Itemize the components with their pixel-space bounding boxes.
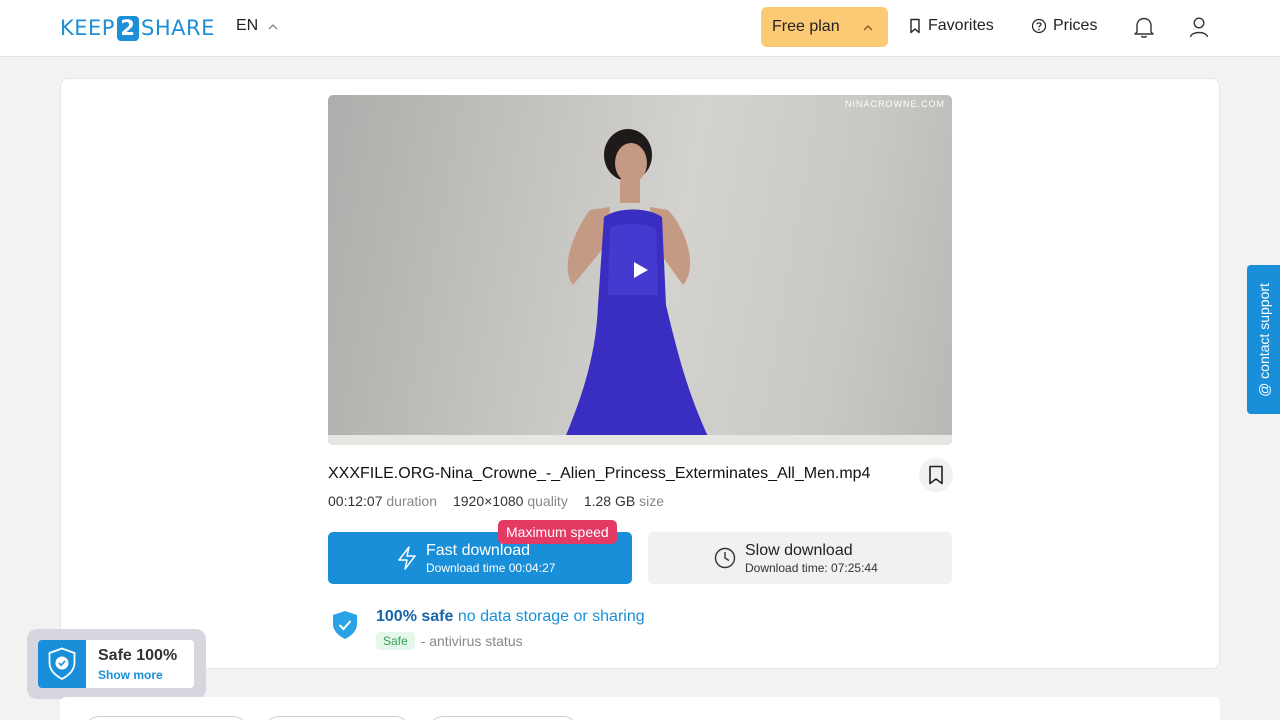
chevron-up-icon	[863, 25, 873, 31]
filter-pill[interactable]	[84, 716, 248, 720]
file-meta: 00:12:07 duration 1920×1080 quality 1.28…	[328, 493, 664, 509]
favorites-link[interactable]: Favorites	[908, 17, 994, 35]
question-circle-icon	[1031, 18, 1047, 34]
slow-download-time: Download time: 07:25:44	[745, 561, 878, 575]
language-label: EN	[236, 17, 259, 34]
user-account-icon[interactable]	[1188, 15, 1210, 39]
language-selector[interactable]: EN	[236, 17, 278, 35]
antivirus-status-text: - antivirus status	[420, 633, 523, 649]
duration-label: duration	[386, 493, 437, 509]
add-to-favorites-button[interactable]	[919, 458, 953, 492]
bookmark-icon	[929, 465, 943, 485]
logo-text-share: SHARE	[140, 16, 215, 40]
safety-info: 100% safe no data storage or sharing Saf…	[328, 606, 728, 656]
antivirus-status: Safe - antivirus status	[376, 632, 523, 650]
quality-label: quality	[527, 493, 568, 509]
filter-pill[interactable]	[264, 716, 410, 720]
video-preview[interactable]: NINACROWNE.COM	[328, 95, 952, 445]
play-icon[interactable]	[633, 261, 649, 279]
fast-download-time: Download time 00:04:27	[426, 561, 556, 575]
safe-widget-title: Safe 100%	[98, 647, 178, 664]
quality-meta: 1920×1080 quality	[453, 493, 568, 509]
safe-widget: Safe 100% Show more	[27, 629, 206, 699]
clock-icon	[714, 547, 736, 569]
size-value: 1.28 GB	[583, 493, 636, 509]
maximum-speed-badge: Maximum speed	[498, 520, 617, 544]
size-meta: 1.28 GB size	[584, 493, 664, 509]
video-floor	[328, 435, 952, 445]
size-label: size	[639, 493, 664, 509]
prices-link[interactable]: Prices	[1031, 17, 1097, 35]
plan-label: Free plan	[772, 18, 840, 35]
logo-text-keep: KEEP	[60, 16, 115, 40]
safe-widget-card[interactable]: Safe 100% Show more	[38, 640, 194, 688]
safe-tag: Safe	[376, 632, 415, 650]
duration-value: 00:12:07	[328, 493, 383, 509]
safety-headline-rest: no data storage or sharing	[457, 608, 645, 625]
duration-meta: 00:12:07 duration	[328, 493, 437, 509]
secondary-card	[60, 697, 1220, 720]
favorites-label: Favorites	[928, 17, 994, 34]
shield-check-icon	[333, 611, 357, 639]
slow-download-title: Slow download	[745, 542, 853, 559]
safe-widget-show-more[interactable]: Show more	[98, 668, 163, 682]
filter-pill[interactable]	[428, 716, 578, 720]
contact-support-tab[interactable]: @ contact support	[1247, 265, 1280, 414]
free-plan-button[interactable]: Free plan	[761, 7, 888, 47]
video-watermark: NINACROWNE.COM	[845, 99, 945, 109]
lightning-icon	[398, 546, 416, 570]
slow-download-button[interactable]: Slow download Download time: 07:25:44	[648, 532, 952, 584]
logo-text-2: 2	[116, 15, 139, 41]
fast-download-title: Fast download	[426, 542, 531, 559]
contact-support-label: @ contact support	[1255, 282, 1272, 397]
keep2share-logo[interactable]: KEEP 2 SHARE	[60, 15, 215, 41]
file-name: XXXFILE.ORG-Nina_Crowne_-_Alien_Princess…	[328, 465, 871, 482]
top-header: KEEP 2 SHARE EN Free plan Favorites Pric…	[0, 0, 1280, 57]
chevron-up-icon	[268, 23, 278, 29]
shield-check-icon	[48, 647, 76, 681]
prices-label: Prices	[1053, 17, 1098, 34]
safety-headline-bold: 100% safe	[376, 608, 454, 625]
quality-value: 1920×1080	[452, 493, 524, 509]
notifications-bell-icon[interactable]	[1133, 15, 1155, 39]
bookmark-icon	[910, 18, 920, 34]
safe-widget-icon-box	[38, 640, 86, 688]
safety-headline: 100% safe no data storage or sharing	[376, 608, 645, 626]
